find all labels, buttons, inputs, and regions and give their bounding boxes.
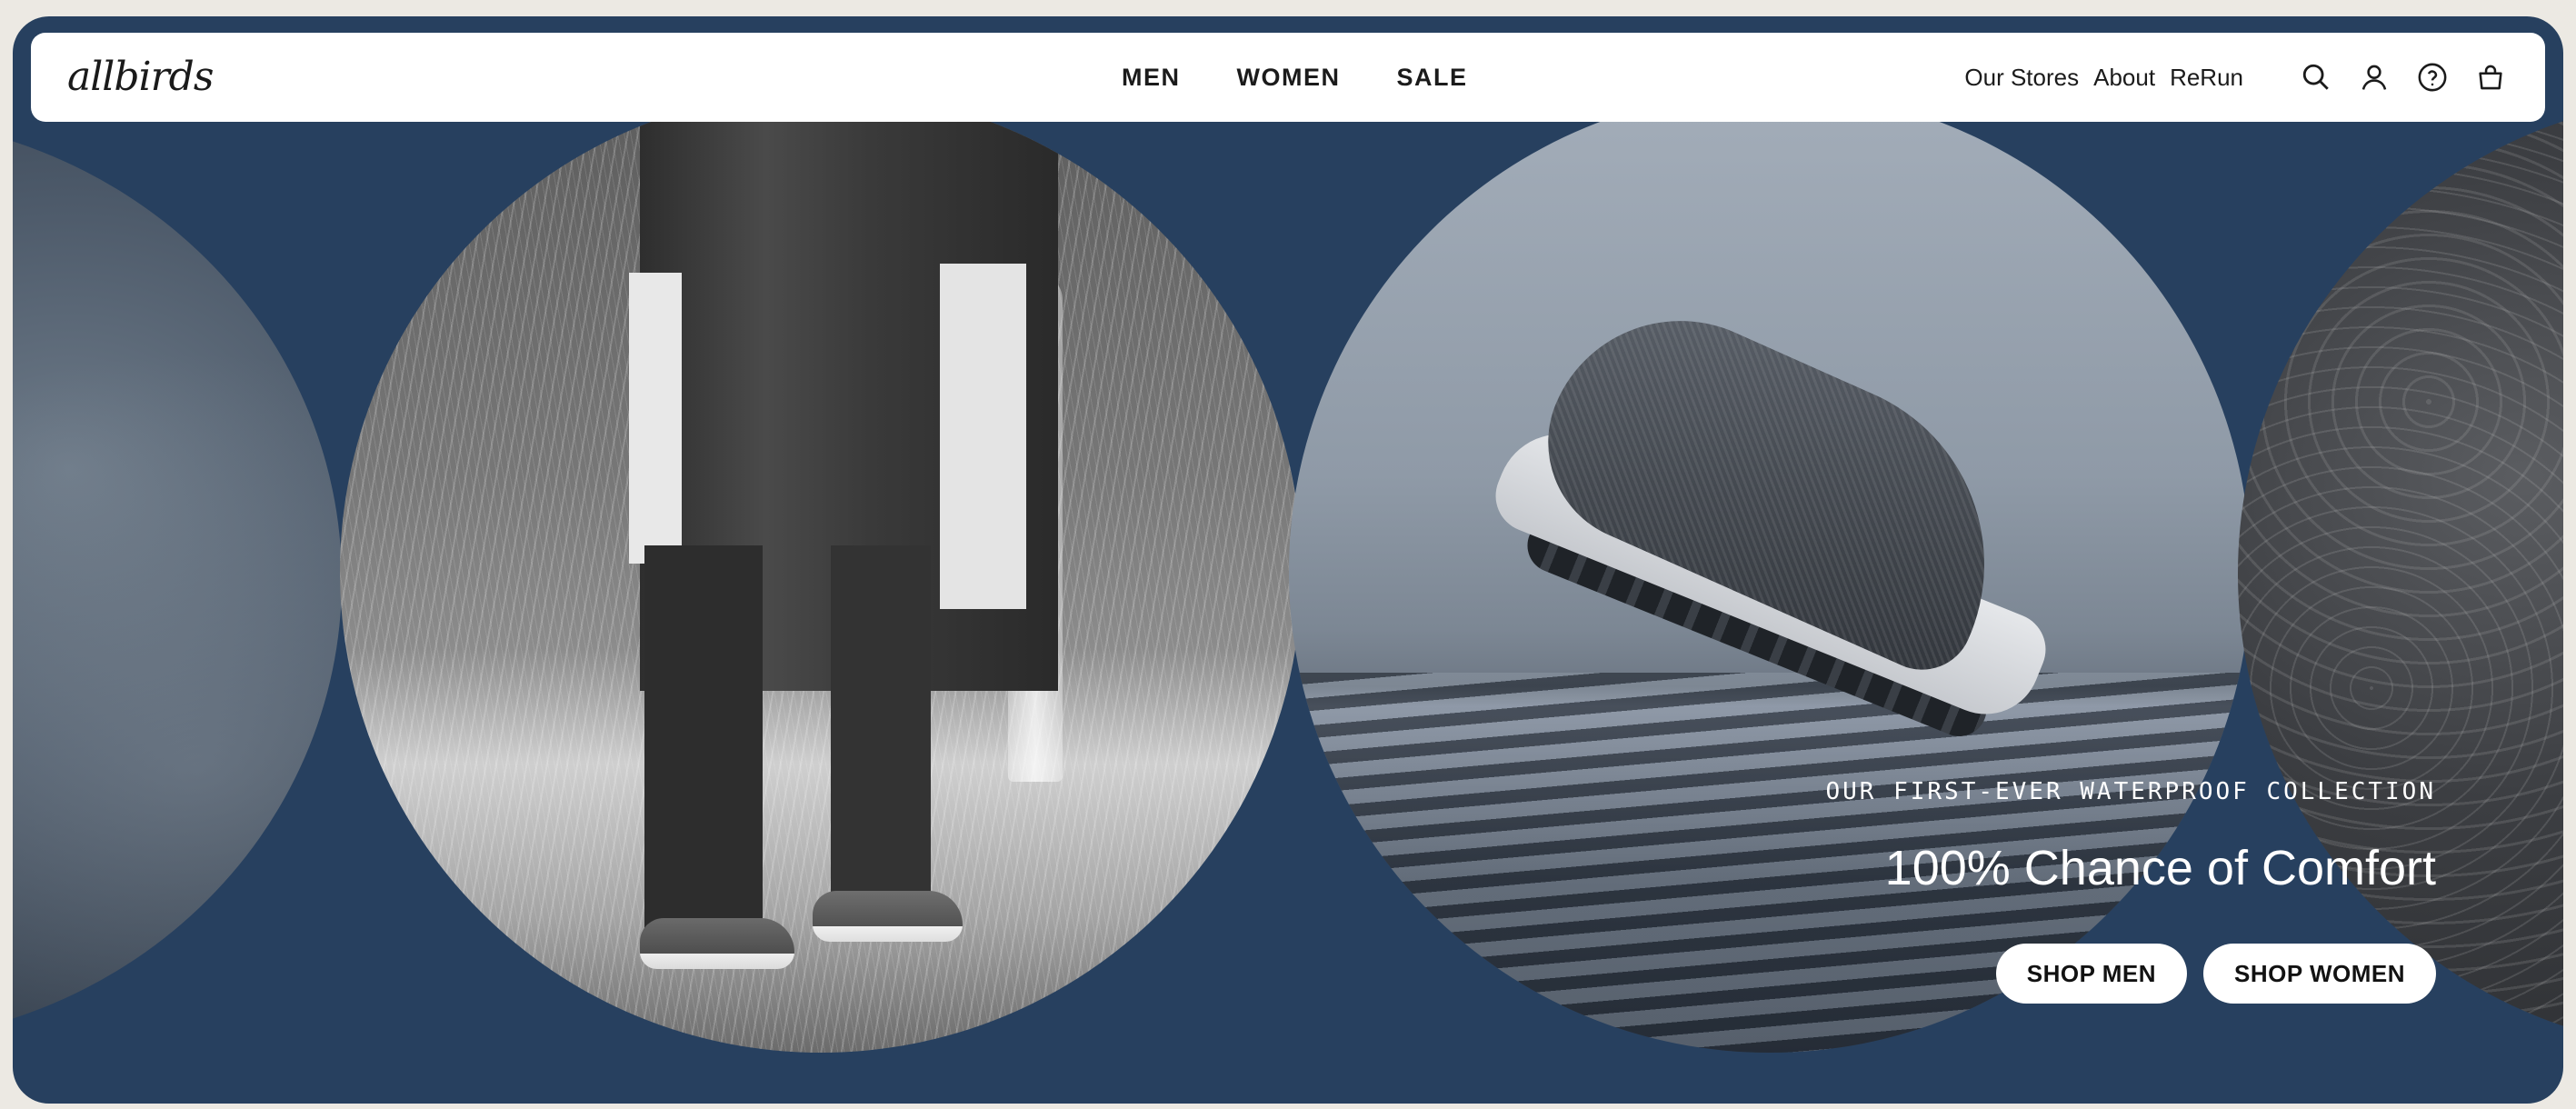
water-ripples-image [2238, 96, 2563, 1051]
nav-rerun[interactable]: ReRun [2170, 64, 2243, 92]
shop-women-button[interactable]: SHOP WOMEN [2203, 944, 2436, 1004]
nav-men[interactable]: MEN [1122, 64, 1181, 92]
primary-nav: MEN WOMEN SALE [1122, 33, 1468, 122]
hero-banner: OUR FIRST-EVER WATERPROOF COLLECTION 100… [13, 16, 2563, 1104]
waterproof-shoe-image[interactable] [1289, 91, 2251, 1053]
trouser-leg-left [644, 545, 763, 936]
nav-our-stores[interactable]: Our Stores [1964, 64, 2079, 92]
utility-icons [2298, 33, 2509, 122]
cart-icon[interactable] [2472, 59, 2509, 95]
nav-women[interactable]: WOMEN [1237, 64, 1341, 92]
nav-about[interactable]: About [2093, 64, 2155, 92]
hero-cta-group: SHOP MEN SHOP WOMEN [1995, 944, 2436, 1004]
top-navigation: allbirds MEN WOMEN SALE Our Stores About… [31, 33, 2545, 122]
nav-sale[interactable]: SALE [1396, 64, 1467, 92]
sneaker-left [640, 918, 794, 969]
search-icon[interactable] [2298, 59, 2334, 95]
help-icon[interactable] [2414, 59, 2451, 95]
coat-lining-right [940, 264, 1026, 609]
brand-logo[interactable]: allbirds [67, 49, 214, 104]
secondary-nav: Our Stores About ReRun [1964, 33, 2243, 122]
hero-eyebrow: OUR FIRST-EVER WATERPROOF COLLECTION [1825, 778, 2436, 805]
rain-lifestyle-image[interactable] [340, 91, 1302, 1053]
logo-text: allbirds [67, 53, 214, 100]
trouser-leg-right [831, 545, 931, 909]
account-icon[interactable] [2356, 59, 2392, 95]
shop-men-button[interactable]: SHOP MEN [1995, 944, 2188, 1004]
storm-cloud-image [13, 116, 342, 1044]
coat-lining-left [629, 273, 682, 564]
sneaker-right [813, 891, 963, 942]
hero-headline: 100% Chance of Comfort [1884, 841, 2436, 895]
